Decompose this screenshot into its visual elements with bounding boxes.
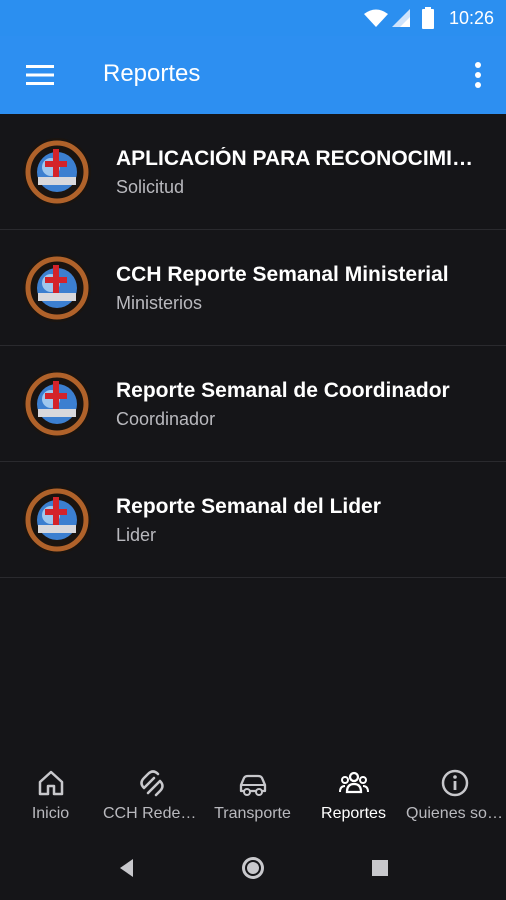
- report-title: CCH Reporte Semanal Ministerial: [116, 263, 449, 286]
- nav-item-inicio[interactable]: Inicio: [0, 756, 101, 836]
- status-time: 10:26: [448, 8, 494, 28]
- nav-item-reportes[interactable]: Reportes: [303, 756, 404, 836]
- report-title: APLICACIÓN PARA RECONOCIMIENTO: [116, 147, 484, 170]
- nav-label: Inicio: [31, 805, 70, 822]
- cch-logo-icon: [23, 370, 91, 438]
- recents-icon[interactable]: [366, 854, 394, 882]
- cch-logo-icon: [23, 486, 91, 554]
- report-item[interactable]: APLICACIÓN PARA RECONOCIMIENTO Solicitud: [0, 114, 506, 230]
- report-subtitle: Ministerios: [116, 293, 203, 313]
- battery-icon: [422, 7, 434, 29]
- people-icon: [338, 771, 369, 794]
- report-subtitle: Lider: [116, 525, 157, 545]
- report-item[interactable]: Reporte Semanal de Coordinador Coordinad…: [0, 346, 506, 462]
- nav-item-quienes-somos[interactable]: Quienes somos: [404, 756, 505, 836]
- nav-label: Transporte: [214, 805, 291, 822]
- car-icon: [239, 774, 266, 796]
- wifi-icon: [364, 9, 388, 27]
- nav-label: CCH Redes Sociales: [103, 805, 202, 822]
- nav-item-cch-redes[interactable]: CCH Redes Sociales: [101, 756, 202, 836]
- report-title: Reporte Semanal del Lider: [116, 495, 381, 518]
- bottom-navigation: Inicio CCH Redes Sociales Transporte Rep…: [0, 756, 506, 836]
- signal-icon: [392, 9, 410, 27]
- system-navigation-bar: [0, 836, 506, 900]
- cch-logo-icon: [23, 254, 91, 322]
- nav-label: Quienes somos: [406, 805, 505, 822]
- info-icon: [441, 769, 468, 797]
- hamburger-menu-icon[interactable]: [26, 64, 54, 86]
- cch-logo-icon: [23, 138, 91, 206]
- report-subtitle: Solicitud: [116, 177, 185, 197]
- home-icon: [38, 770, 63, 796]
- report-item[interactable]: CCH Reporte Semanal Ministerial Minister…: [0, 230, 506, 346]
- report-subtitle: Coordinador: [116, 409, 216, 429]
- more-vert-icon[interactable]: [472, 60, 484, 90]
- app-bar: Reportes: [0, 36, 506, 114]
- report-title: Reporte Semanal de Coordinador: [116, 379, 450, 402]
- nav-item-transporte[interactable]: Transporte: [202, 756, 303, 836]
- home-circle-icon[interactable]: [239, 854, 267, 882]
- report-item[interactable]: Reporte Semanal del Lider Lider: [0, 462, 506, 578]
- back-icon[interactable]: [113, 854, 141, 882]
- status-bar: 10:26: [0, 0, 506, 36]
- report-list: APLICACIÓN PARA RECONOCIMIENTO Solicitud…: [0, 114, 506, 578]
- network-icon: [139, 770, 164, 797]
- nav-label: Reportes: [321, 805, 386, 822]
- page-title: Reportes: [103, 60, 201, 87]
